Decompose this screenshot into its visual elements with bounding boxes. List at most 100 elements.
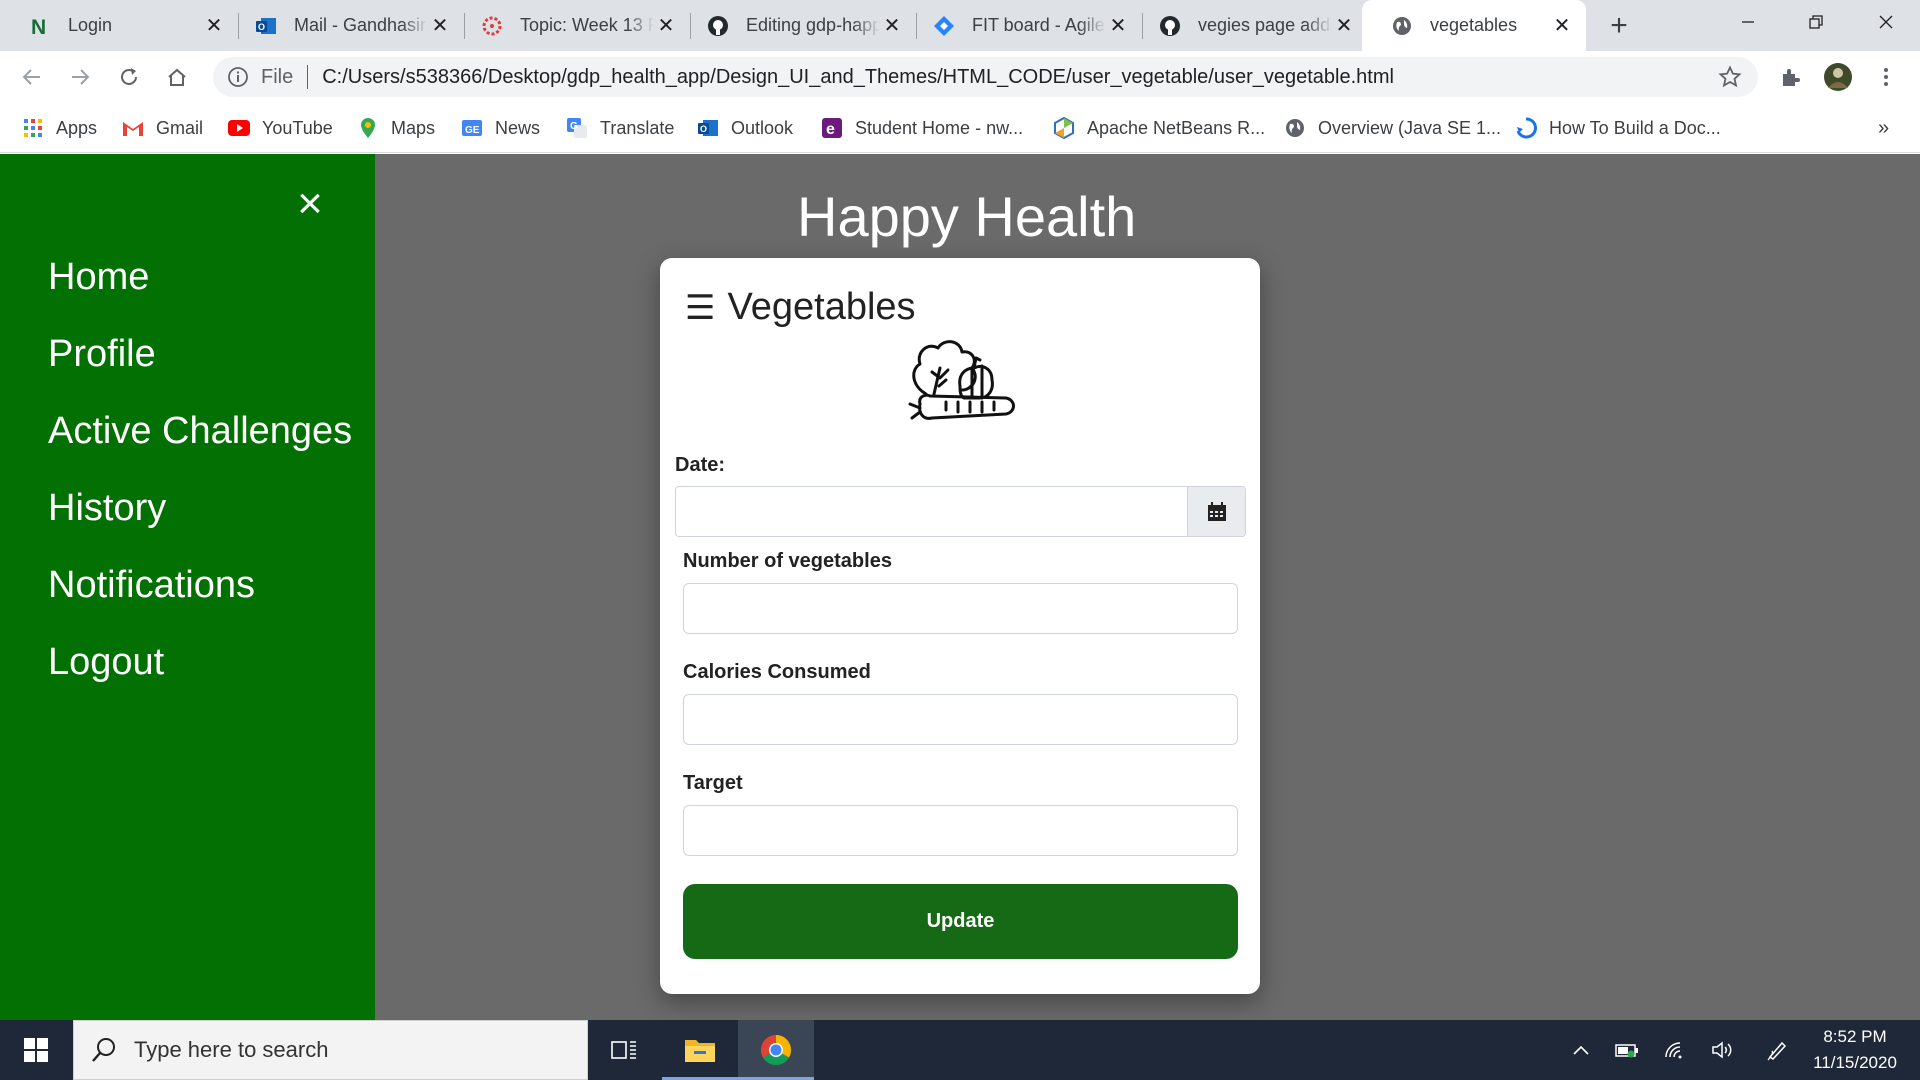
- arrow-right-icon: [72, 69, 90, 85]
- tab-vegies[interactable]: vegies page addi ✕: [1130, 0, 1368, 51]
- close-icon[interactable]: ✕: [1550, 14, 1574, 38]
- jira-icon: [932, 14, 956, 38]
- nav-active-challenges[interactable]: Active Challenges: [48, 410, 352, 453]
- pen-button[interactable]: [1762, 1020, 1792, 1080]
- search-placeholder: Type here to search: [134, 1037, 329, 1062]
- target-input[interactable]: [683, 805, 1238, 856]
- update-button[interactable]: Update: [683, 884, 1238, 959]
- nav-home[interactable]: Home: [48, 256, 149, 299]
- tab-vegetables[interactable]: vegetables ✕: [1362, 0, 1586, 51]
- youtube-icon: [228, 117, 250, 139]
- bookmark-student-home[interactable]: e Student Home - nw...: [821, 115, 1023, 141]
- tab-login[interactable]: N Login ✕: [0, 0, 238, 51]
- home-button[interactable]: [161, 61, 193, 93]
- side-navigation: × Home Profile Active Challenges History…: [0, 154, 375, 1020]
- outlook-icon: O: [697, 117, 719, 139]
- svg-text:O: O: [258, 22, 265, 32]
- bookmarks-bar: Apps Gmail YouTube Maps GE News G Transl…: [0, 103, 1920, 153]
- bookmark-news[interactable]: GE News: [461, 115, 540, 141]
- github-icon: [706, 14, 730, 38]
- nav-profile[interactable]: Profile: [48, 333, 156, 376]
- start-button[interactable]: [0, 1020, 72, 1080]
- folder-icon: [685, 1040, 715, 1062]
- close-icon[interactable]: ✕: [654, 14, 678, 38]
- puzzle-icon: [1783, 69, 1800, 86]
- browser-menu-button[interactable]: [1870, 61, 1902, 93]
- speaker-icon: [1712, 1041, 1732, 1059]
- bookmark-how-to-build[interactable]: How To Build a Doc...: [1515, 115, 1721, 141]
- taskbar-search[interactable]: Type here to search: [73, 1020, 588, 1080]
- reload-icon: [121, 68, 137, 85]
- chrome-taskbar-button[interactable]: [738, 1020, 814, 1080]
- nav-notifications[interactable]: Notifications: [48, 564, 255, 607]
- close-icon[interactable]: ✕: [1106, 14, 1130, 38]
- extensions-button[interactable]: [1774, 61, 1806, 93]
- vegetables-form-card: ☰ Vegetables Date: Number of vegetables …: [660, 258, 1260, 994]
- taskbar-clock[interactable]: 8:52 PM 11/15/2020: [1790, 1024, 1920, 1076]
- tab-mail[interactable]: O Mail - Gandhasiri ✕: [226, 0, 464, 51]
- hamburger-menu-icon[interactable]: ☰: [685, 288, 715, 328]
- url-text[interactable]: C:/Users/s538366/Desktop/gdp_health_app/…: [322, 66, 1394, 89]
- apps-grid-icon: [22, 117, 44, 139]
- file-explorer-button[interactable]: [662, 1020, 738, 1080]
- bookmark-translate[interactable]: G Translate: [566, 115, 674, 141]
- tab-editing[interactable]: Editing gdp-happ ✕: [678, 0, 916, 51]
- task-view-button[interactable]: [586, 1020, 662, 1080]
- tab-topic[interactable]: Topic: Week 13 Pr ✕: [452, 0, 690, 51]
- kebab-menu-icon: [1884, 68, 1888, 86]
- bookmark-outlook[interactable]: O Outlook: [697, 115, 793, 141]
- clock-time: 8:52 PM: [1823, 1027, 1887, 1046]
- new-tab-button[interactable]: +: [1603, 9, 1635, 42]
- bookmark-maps[interactable]: Maps: [357, 115, 435, 141]
- close-nav-icon[interactable]: ×: [290, 182, 330, 226]
- bookmark-netbeans[interactable]: Apache NetBeans R...: [1053, 115, 1265, 141]
- github-icon: [1158, 14, 1182, 38]
- close-icon[interactable]: ✕: [428, 14, 452, 38]
- calories-input[interactable]: [683, 694, 1238, 745]
- close-icon[interactable]: ✕: [1332, 14, 1356, 38]
- date-input[interactable]: [676, 487, 1187, 536]
- more-bookmarks-button[interactable]: »: [1878, 115, 1889, 141]
- translate-icon: G: [566, 117, 588, 139]
- nav-logout[interactable]: Logout: [48, 641, 164, 684]
- browser-tab-strip: N Login ✕ O Mail - Gandhasiri ✕ Topic: W…: [0, 0, 1920, 51]
- windows-logo-icon: [24, 1038, 48, 1062]
- forward-button[interactable]: [64, 61, 96, 93]
- notion-icon: N: [28, 14, 52, 38]
- restore-button[interactable]: [1782, 0, 1850, 44]
- back-button[interactable]: [16, 61, 48, 93]
- nav-history[interactable]: History: [48, 487, 166, 530]
- battery-icon: [1615, 1044, 1638, 1058]
- bookmark-youtube[interactable]: YouTube: [228, 115, 333, 141]
- arrow-left-icon: [22, 69, 40, 85]
- canvas-icon: [480, 14, 504, 38]
- bookmark-apps[interactable]: Apps: [22, 115, 97, 141]
- show-hidden-icons-button[interactable]: [1566, 1020, 1596, 1080]
- vegetable-count-label: Number of vegetables: [683, 550, 892, 572]
- address-bar[interactable]: File C:/Users/s538366/Desktop/gdp_health…: [213, 57, 1758, 97]
- close-window-button[interactable]: [1852, 0, 1920, 44]
- bookmark-star-icon[interactable]: [1718, 65, 1742, 89]
- netbeans-icon: [1053, 117, 1075, 139]
- student-icon: e: [821, 117, 843, 139]
- bookmark-gmail[interactable]: Gmail: [122, 115, 203, 141]
- calendar-icon[interactable]: [1187, 487, 1245, 536]
- close-icon[interactable]: ✕: [202, 14, 226, 38]
- reload-button[interactable]: [113, 61, 145, 93]
- vegetable-count-input[interactable]: [683, 583, 1238, 634]
- svg-text:GE: GE: [465, 125, 480, 136]
- home-icon: [168, 68, 186, 86]
- info-icon[interactable]: [227, 66, 249, 88]
- volume-button[interactable]: [1708, 1020, 1738, 1080]
- profile-avatar[interactable]: [1822, 61, 1854, 93]
- divider: [307, 65, 309, 89]
- close-icon[interactable]: ✕: [880, 14, 904, 38]
- tab-fit-board[interactable]: FIT board - Agile ✕: [904, 0, 1142, 51]
- app-title: Happy Health: [797, 185, 1137, 248]
- windows-taskbar: Type here to search 8:52 PM 11/15/2020: [0, 1020, 1920, 1080]
- battery-button[interactable]: [1612, 1020, 1642, 1080]
- bookmark-java-overview[interactable]: Overview (Java SE 1...: [1284, 115, 1501, 141]
- outlook-icon: O: [254, 14, 278, 38]
- network-button[interactable]: [1660, 1020, 1690, 1080]
- minimize-button[interactable]: [1714, 0, 1782, 44]
